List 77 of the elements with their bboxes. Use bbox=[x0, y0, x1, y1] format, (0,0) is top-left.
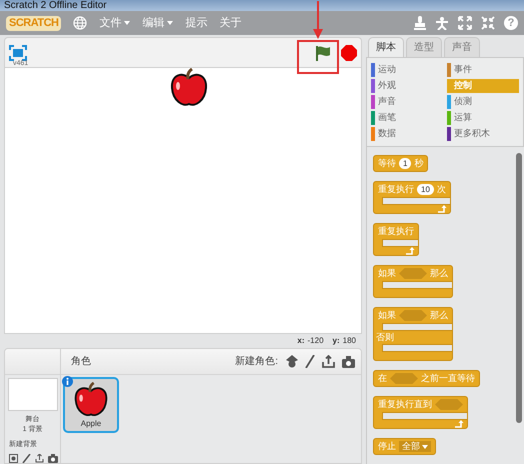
fullscreen-icon[interactable] bbox=[9, 44, 27, 60]
category-item[interactable]: 声音 bbox=[371, 95, 443, 109]
menu-item[interactable]: 提示 bbox=[185, 14, 208, 32]
category-item[interactable]: 运算 bbox=[447, 111, 519, 125]
paintbrush-icon[interactable] bbox=[305, 355, 315, 368]
highlight-frame bbox=[297, 40, 339, 74]
apple-drawing bbox=[169, 68, 209, 108]
c-block[interactable]: 重复执行 bbox=[373, 223, 419, 256]
apple-drawing bbox=[73, 382, 109, 418]
sprites-title: 角色 bbox=[71, 355, 91, 369]
category-item[interactable]: 数据 bbox=[371, 127, 443, 141]
coordinate-value: 180 bbox=[342, 335, 356, 347]
block-label: 如果 bbox=[378, 310, 396, 321]
loop-arrow-icon bbox=[454, 420, 464, 428]
info-icon[interactable] bbox=[62, 376, 73, 387]
number-input[interactable]: 1 bbox=[399, 158, 412, 169]
flag-icon[interactable] bbox=[315, 44, 331, 60]
upload-icon[interactable] bbox=[322, 355, 335, 368]
block-label: 重复执行 bbox=[378, 226, 414, 237]
block-label: 如果 bbox=[378, 268, 396, 279]
category-item[interactable]: 画笔 bbox=[371, 111, 443, 125]
block-label: 之前一直等待 bbox=[421, 373, 475, 384]
tab[interactable]: 造型 bbox=[406, 37, 442, 57]
category-item[interactable]: 更多积木 bbox=[447, 127, 519, 141]
logo[interactable]: SCRATCH bbox=[6, 16, 62, 30]
camera-icon[interactable] bbox=[48, 454, 58, 463]
help-button[interactable]: ? bbox=[504, 16, 518, 30]
tab[interactable]: 声音 bbox=[444, 37, 480, 57]
block-label: 重复执行 bbox=[378, 184, 414, 195]
new-sprite-label: 新建角色: bbox=[235, 354, 278, 369]
shrink-icon[interactable] bbox=[481, 16, 495, 30]
upload-icon[interactable] bbox=[35, 454, 44, 463]
number-input[interactable]: 10 bbox=[417, 184, 434, 195]
loop-arrow-icon bbox=[405, 247, 415, 255]
c-block[interactable]: 重复执行 10 次 bbox=[373, 181, 451, 214]
tab[interactable]: 脚本 bbox=[368, 37, 404, 57]
annotation-arrow bbox=[313, 1, 323, 39]
category-item[interactable]: 运动 bbox=[371, 63, 443, 77]
c-block[interactable]: 如果 那么 否则 bbox=[373, 307, 453, 361]
loop-arrow-icon bbox=[436, 205, 447, 213]
dropdown-field[interactable]: 全部 bbox=[399, 441, 431, 452]
coordinate-label: y: bbox=[332, 335, 340, 347]
sprite-name: Apple bbox=[80, 418, 102, 430]
window-title: Scratch 2 Offline Editor bbox=[0, 0, 524, 11]
block-label: 停止 bbox=[378, 441, 396, 452]
block-label: 秒 bbox=[414, 158, 424, 169]
command-block[interactable]: 停止 全部 bbox=[373, 438, 436, 455]
category-item[interactable]: 外观 bbox=[371, 79, 443, 93]
coordinate-label: x: bbox=[297, 335, 304, 347]
menu-item[interactable]: 关于 bbox=[219, 14, 242, 32]
brush-icon[interactable] bbox=[22, 454, 31, 463]
grow-icon[interactable] bbox=[458, 16, 472, 30]
block-label: 那么 bbox=[430, 310, 448, 321]
block-label: 次 bbox=[436, 184, 446, 195]
sprite-library-icon[interactable] bbox=[286, 355, 298, 368]
globe-icon[interactable] bbox=[73, 16, 88, 30]
coordinate-value: -120 bbox=[308, 335, 324, 347]
menu-item[interactable]: 编辑 bbox=[142, 14, 174, 32]
block-label: 那么 bbox=[430, 268, 448, 279]
category-item[interactable]: 事件 bbox=[447, 63, 519, 77]
menu-item[interactable]: 文件 bbox=[99, 14, 130, 32]
block-label: 否则 bbox=[376, 332, 394, 343]
stage-thumbnail[interactable] bbox=[8, 378, 58, 410]
camera-icon[interactable] bbox=[342, 356, 355, 368]
command-block[interactable]: 在 之前一直等待 bbox=[373, 370, 480, 387]
stop-icon[interactable] bbox=[341, 44, 357, 60]
sprite-thumbnail[interactable]: Apple bbox=[63, 377, 119, 433]
category-item[interactable]: 侦测 bbox=[447, 95, 519, 109]
c-block[interactable]: 重复执行直到 bbox=[373, 396, 468, 429]
block-label: 重复执行直到 bbox=[378, 399, 432, 410]
paint-icon[interactable] bbox=[9, 454, 18, 463]
command-block[interactable]: 等待 1 秒 bbox=[373, 155, 428, 172]
block-label: 在 bbox=[378, 373, 387, 384]
stamp-icon[interactable] bbox=[414, 16, 426, 30]
c-block[interactable]: 如果 那么 bbox=[373, 265, 453, 298]
block-label: 等待 bbox=[378, 158, 396, 169]
scrollbar[interactable] bbox=[516, 153, 522, 423]
